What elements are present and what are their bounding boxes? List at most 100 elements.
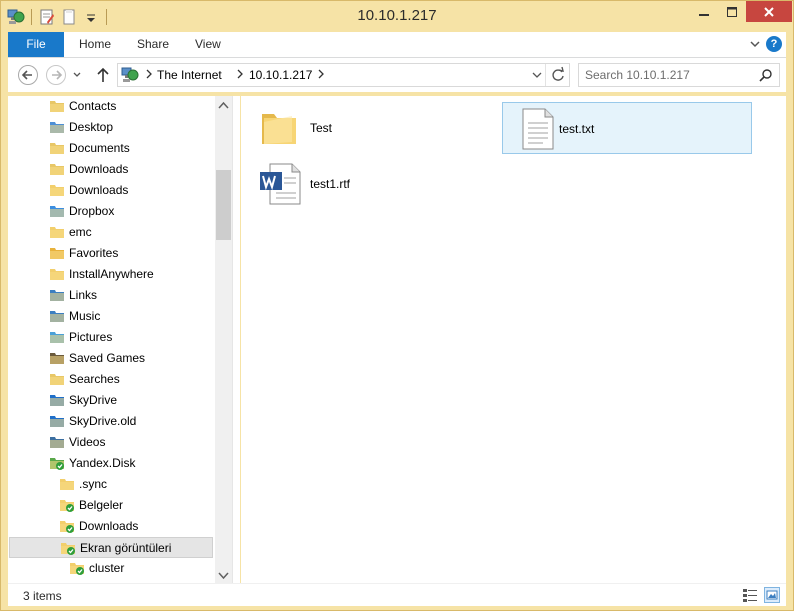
documents-folder-icon — [49, 140, 65, 156]
status-bar: 3 items — [8, 583, 786, 606]
breadcrumb-chevron-icon[interactable] — [145, 68, 153, 80]
tab-view[interactable]: View — [195, 32, 221, 57]
sidebar-item[interactable]: Desktop — [9, 117, 213, 138]
pane-splitter[interactable] — [232, 96, 240, 583]
sidebar-item[interactable]: Yandex.Disk — [9, 453, 213, 474]
navigation-pane[interactable]: Contacts Desktop Documents Downloads Downloa… — [8, 96, 232, 583]
scroll-up-arrow-icon[interactable] — [218, 100, 229, 110]
file-list[interactable]: Test test.txt test1.rtf — [241, 96, 786, 583]
tab-share[interactable]: Share — [137, 32, 169, 57]
sidebar-item-label: .sync — [79, 477, 108, 491]
sidebar-item[interactable]: Favorites — [9, 243, 213, 264]
sidebar-item[interactable]: Documents — [9, 138, 213, 159]
close-icon — [764, 6, 774, 17]
synced-folder-icon — [60, 540, 76, 556]
search-box[interactable] — [578, 63, 780, 87]
sidebar-item[interactable]: Downloads — [9, 180, 213, 201]
sidebar-item-label: Favorites — [69, 246, 119, 260]
tab-home[interactable]: Home — [79, 32, 111, 57]
help-icon[interactable]: ? — [766, 36, 782, 52]
recent-locations-chevron-icon[interactable] — [72, 68, 82, 82]
synced-folder-icon — [59, 497, 75, 513]
expand-ribbon-chevron-icon[interactable] — [748, 37, 762, 51]
navigation-pane-scrollbar[interactable] — [215, 96, 232, 583]
sidebar-item[interactable]: SkyDrive — [9, 390, 213, 411]
sidebar-item-label: Desktop — [69, 120, 114, 134]
search-icon[interactable] — [759, 68, 773, 82]
window-controls — [690, 1, 792, 22]
sidebar-item[interactable]: InstallAnywhere — [9, 264, 213, 285]
address-bar[interactable]: The Internet 10.10.1.217 — [117, 63, 570, 87]
forward-button[interactable] — [46, 65, 66, 85]
yandex-disk-icon — [49, 455, 65, 471]
dropbox-folder-icon — [49, 203, 65, 219]
sidebar-item[interactable]: .sync — [9, 474, 213, 495]
sidebar-item[interactable]: Dropbox — [9, 201, 213, 222]
breadcrumb-chevron-icon[interactable] — [317, 68, 325, 80]
sidebar-item-label: SkyDrive.old — [69, 414, 137, 428]
refresh-button[interactable] — [545, 64, 569, 86]
file-name: test1.rtf — [310, 177, 351, 191]
up-arrow-icon[interactable] — [96, 66, 110, 84]
videos-folder-icon — [49, 434, 65, 450]
sidebar-item-label: Dropbox — [69, 204, 115, 218]
folder-icon — [59, 476, 75, 492]
skydrive-folder-icon — [49, 392, 65, 408]
sidebar-item[interactable]: SkyDrive.old — [9, 411, 213, 432]
sidebar-item[interactable]: Downloads — [9, 516, 213, 537]
close-button[interactable] — [746, 1, 792, 22]
sidebar-item[interactable]: Links — [9, 285, 213, 306]
sidebar-item-label: Links — [69, 288, 98, 302]
sidebar-item[interactable]: Searches — [9, 369, 213, 390]
sidebar-item[interactable]: Ekran görüntüleri — [9, 537, 213, 558]
sidebar-item[interactable]: Contacts — [9, 96, 213, 117]
window-title: 10.10.1.217 — [357, 7, 437, 24]
saved-games-folder-icon — [49, 350, 65, 366]
sidebar-item-label: Belgeler — [79, 498, 124, 512]
sidebar-item[interactable]: Music — [9, 306, 213, 327]
file-item-test-folder[interactable]: Test — [246, 102, 496, 154]
tab-file[interactable]: File — [8, 32, 64, 57]
sidebar-item[interactable]: Belgeler — [9, 495, 213, 516]
sidebar-item[interactable]: Pictures — [9, 327, 213, 348]
minimize-button[interactable] — [690, 1, 718, 22]
large-icons-view-icon[interactable] — [764, 587, 780, 603]
back-button[interactable] — [18, 65, 38, 85]
sidebar-item-label: Downloads — [79, 519, 139, 533]
scrollbar-thumb[interactable] — [216, 170, 231, 240]
sidebar-item-label: Searches — [69, 372, 120, 386]
searches-folder-icon — [49, 371, 65, 387]
minimize-icon — [699, 13, 709, 16]
file-item-test1-rtf[interactable]: test1.rtf — [246, 158, 496, 210]
sidebar-item-label: Saved Games — [69, 351, 146, 365]
file-item-test-txt[interactable]: test.txt — [502, 102, 752, 154]
sidebar-item-label: Downloads — [69, 183, 129, 197]
breadcrumb-the-internet[interactable]: The Internet — [157, 68, 222, 82]
details-view-icon[interactable] — [742, 587, 758, 603]
downloads-folder-icon — [49, 161, 65, 177]
sidebar-item-label: Videos — [69, 435, 106, 449]
sidebar-item-label: Documents — [69, 141, 130, 155]
maximize-button[interactable] — [718, 1, 746, 22]
sidebar-item[interactable]: Downloads — [9, 159, 213, 180]
sidebar-item[interactable]: emc — [9, 222, 213, 243]
sidebar-item-label: cluster — [89, 561, 125, 575]
folder-icon — [256, 104, 304, 152]
desktop-folder-icon — [49, 119, 65, 135]
favorites-folder-icon — [49, 245, 65, 261]
breadcrumb-host[interactable]: 10.10.1.217 — [249, 68, 312, 82]
navigation-bar: The Internet 10.10.1.217 — [8, 58, 786, 92]
address-dropdown-icon[interactable] — [531, 69, 543, 81]
sidebar-item[interactable]: Saved Games — [9, 348, 213, 369]
title-bar[interactable]: 10.10.1.217 — [1, 1, 793, 31]
search-input[interactable] — [585, 66, 755, 84]
folder-icon — [49, 224, 65, 240]
sidebar-item[interactable]: Videos — [9, 432, 213, 453]
breadcrumb-chevron-icon[interactable] — [236, 68, 244, 80]
sidebar-item-label: Contacts — [69, 99, 117, 113]
links-folder-icon — [49, 287, 65, 303]
sidebar-item[interactable]: cluster — [9, 558, 213, 579]
scroll-down-arrow-icon[interactable] — [218, 569, 229, 580]
item-count: 3 items — [23, 589, 62, 603]
text-file-icon — [513, 105, 561, 153]
